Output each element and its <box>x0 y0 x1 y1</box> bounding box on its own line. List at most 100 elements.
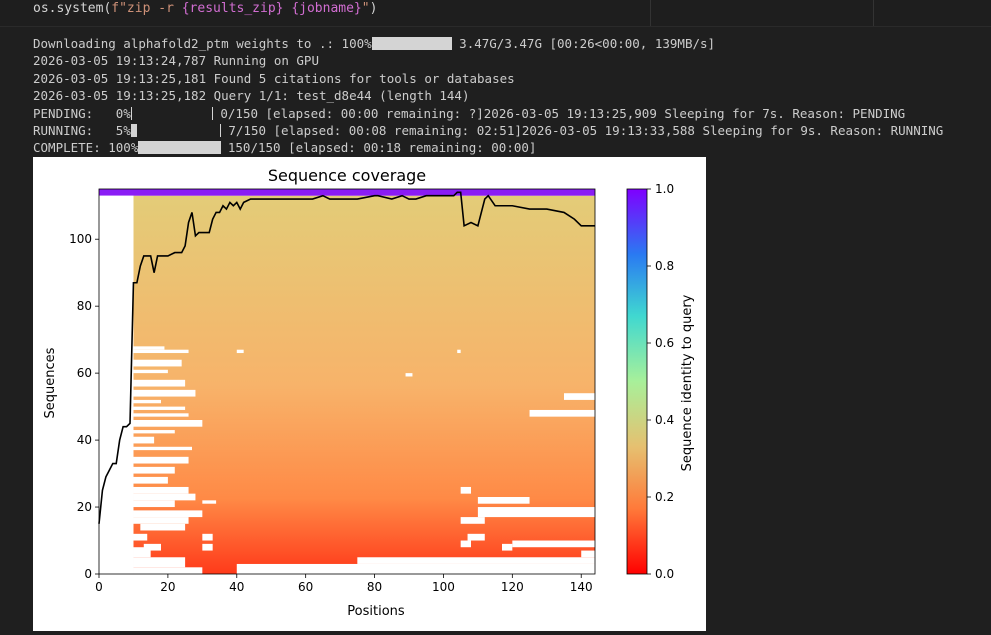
complete-progress-bar <box>138 141 222 155</box>
coverage-gap <box>133 517 189 524</box>
colorbar-tick-label: 1.0 <box>655 182 674 196</box>
coverage-gap <box>460 486 471 494</box>
x-tick-label: 140 <box>570 580 593 594</box>
code-prefix: os.system( <box>33 1 112 16</box>
code-placeholder-results-zip: {results_zip} <box>181 1 284 16</box>
cell-divider <box>873 0 874 26</box>
y-tick-label: 40 <box>77 433 92 447</box>
code-placeholder-jobname: {jobname} <box>291 1 362 16</box>
coverage-gap <box>467 533 485 541</box>
coverage-gap <box>133 533 148 541</box>
coverage-gap <box>133 420 203 427</box>
chart-title: Sequence coverage <box>268 166 426 185</box>
coverage-gap <box>477 507 595 518</box>
coverage-gap <box>133 557 186 568</box>
x-axis-label: Positions <box>347 604 405 619</box>
coverage-gap <box>133 456 189 464</box>
complete-prefix: COMPLETE: 100% <box>33 140 139 156</box>
log-line: 2026-03-05 19:13:24,787 Running on GPU <box>33 53 319 69</box>
log-line: 2026-03-05 19:13:25,181 Found 5 citation… <box>33 70 515 86</box>
code-quote: " <box>361 1 370 16</box>
cell-divider <box>650 0 651 26</box>
pending-line: PENDING: 0% 0/150 [elapsed: 00:00 remain… <box>33 105 943 122</box>
coverage-gap <box>133 486 189 494</box>
coverage-gap <box>529 409 595 417</box>
coverage-gap <box>477 497 530 504</box>
coverage-gap <box>133 349 189 354</box>
coverage-gap <box>236 563 595 574</box>
colorbar-tick-label: 0.8 <box>655 259 674 273</box>
colorbar-tick-label: 0.2 <box>655 490 674 504</box>
code-paren: ) <box>369 1 378 16</box>
colorbar: 0.0 0.2 0.4 0.6 0.8 1.0 <box>626 182 674 581</box>
colorbar-tick-label: 0.6 <box>655 336 674 350</box>
running-line: RUNNING: 5% 7/150 [elapsed: 00:08 remain… <box>33 122 943 139</box>
coverage-gap <box>581 550 595 558</box>
download-line: Downloading alphafold2_ptm weights to .:… <box>33 35 943 52</box>
coverage-gap <box>460 517 485 524</box>
coverage-gap <box>133 359 182 367</box>
y-tick-label: 0 <box>84 567 92 581</box>
running-prefix: RUNNING: 5% <box>33 122 131 138</box>
coverage-gap <box>502 543 513 551</box>
coverage-gap <box>133 493 196 501</box>
query-row <box>99 189 595 196</box>
coverage-gap <box>133 413 189 417</box>
coverage-gap <box>133 446 192 451</box>
coverage-gap <box>133 406 186 410</box>
coverage-gap <box>133 567 203 574</box>
coverage-gap <box>133 430 175 434</box>
complete-progress-fill <box>139 141 222 155</box>
coverage-gap <box>133 436 155 444</box>
x-tick-label: 120 <box>501 580 524 594</box>
plot-area: 0 20 40 60 80 100 120 140 0 20 40 60 80 100 <box>69 188 596 594</box>
coverage-gap <box>133 389 196 397</box>
coverage-gap <box>202 543 213 551</box>
download-suffix: 3.47G/3.47G [00:26<00:00, 139MB/s] <box>451 36 716 51</box>
code-line[interactable]: os.system(f"zip -r {results_zip} {jobnam… <box>33 1 377 16</box>
coverage-gap <box>202 533 213 541</box>
coverage-figure: Sequence coverage 0 20 40 60 80 100 120 140 0 20 4… <box>33 157 706 631</box>
y-tick-label: 20 <box>77 500 92 514</box>
pending-suffix: 0/150 [elapsed: 00:00 remaining: ?]2026-… <box>212 105 906 121</box>
coverage-gap <box>133 500 175 508</box>
x-tick-label: 80 <box>367 580 382 594</box>
coverage-gap <box>133 466 175 474</box>
colorbar-label: Sequence identity to query <box>680 294 695 471</box>
coverage-gap <box>133 369 168 374</box>
running-suffix: 7/150 [elapsed: 00:08 remaining: 02:51]2… <box>220 122 944 138</box>
coverage-gap <box>133 476 168 484</box>
colorbar-tick-label: 0.0 <box>655 567 674 581</box>
pending-progress-bar <box>130 106 213 120</box>
coverage-gap <box>457 349 461 354</box>
complete-line: COMPLETE: 100% 150/150 [elapsed: 00:18 r… <box>33 139 943 156</box>
download-progress-bar <box>371 37 452 50</box>
cell-output: Downloading alphafold2_ptm weights to .:… <box>33 35 943 157</box>
y-axis-label: Sequences <box>43 347 58 418</box>
coverage-gap <box>512 540 595 548</box>
log-line: 2026-03-05 19:13:25,182 Query 1/1: test_… <box>33 88 470 104</box>
y-tick-label: 80 <box>77 299 92 313</box>
coverage-gap <box>564 393 595 400</box>
code-fstring-prefix: f"zip -r <box>111 1 182 16</box>
coverage-gap <box>133 399 161 404</box>
complete-suffix: 150/150 [elapsed: 00:18 remaining: 00:00… <box>220 140 537 156</box>
coverage-gap <box>202 500 217 504</box>
x-tick-label: 60 <box>298 580 313 594</box>
coverage-gap <box>99 195 134 574</box>
y-tick-label: 60 <box>77 366 92 380</box>
coverage-chart: Sequence coverage 0 20 40 60 80 100 120 140 0 20 4… <box>43 166 695 619</box>
coverage-gap <box>143 543 161 551</box>
coverage-gap <box>236 349 244 354</box>
coverage-gap <box>460 540 471 548</box>
y-tick-label: 100 <box>69 232 92 246</box>
coverage-gap <box>133 510 203 518</box>
running-progress-fill <box>131 123 137 137</box>
code-cell[interactable]: os.system(f"zip -r {results_zip} {jobnam… <box>0 0 991 27</box>
coverage-gap <box>133 346 165 350</box>
running-progress-bar <box>130 123 221 137</box>
coverage-gap <box>357 557 595 564</box>
x-tick-label: 20 <box>160 580 175 594</box>
colorbar-gradient <box>626 188 648 575</box>
x-tick-label: 100 <box>432 580 455 594</box>
